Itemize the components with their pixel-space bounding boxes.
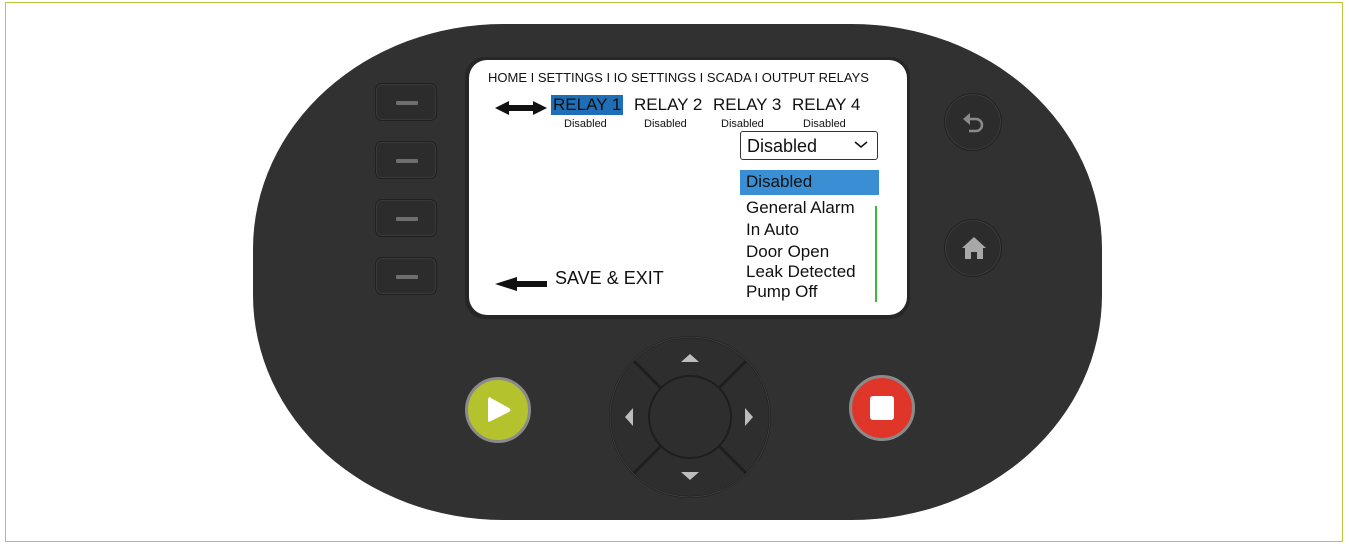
home-button[interactable] <box>944 219 1002 277</box>
option-pump-off[interactable]: Pump Off <box>746 282 818 302</box>
relay-1-status: Disabled <box>564 118 607 130</box>
soft-key-1-bar-icon <box>396 101 418 105</box>
option-disabled[interactable]: Disabled <box>746 172 812 192</box>
chevron-down-icon <box>854 141 868 148</box>
soft-key-4-bar-icon <box>396 275 418 279</box>
soft-key-3-bar-icon <box>396 217 418 221</box>
relay-tab-3[interactable]: RELAY 3 <box>713 95 781 115</box>
select-value: Disabled <box>747 136 818 156</box>
play-icon <box>488 397 511 422</box>
left-arrow-icon <box>495 277 547 291</box>
stop-button[interactable] <box>849 375 915 441</box>
soft-key-3[interactable] <box>375 199 437 237</box>
relay-2-status: Disabled <box>644 118 687 130</box>
arrow-right-icon <box>745 408 753 426</box>
option-leak-detected[interactable]: Leak Detected <box>746 262 856 282</box>
option-general-alarm[interactable]: General Alarm <box>746 198 855 218</box>
option-door-open[interactable]: Door Open <box>746 242 829 262</box>
arrow-up-icon <box>681 354 699 362</box>
dpad-left-button[interactable] <box>613 398 647 436</box>
relay-3-status: Disabled <box>721 118 764 130</box>
arrow-left-icon <box>625 408 633 426</box>
soft-key-4[interactable] <box>375 257 437 295</box>
relay-function-select[interactable]: Disabled <box>740 131 878 160</box>
relay-tab-2[interactable]: RELAY 2 <box>634 95 702 115</box>
start-button[interactable] <box>465 377 531 443</box>
dpad-down-button[interactable] <box>671 460 709 494</box>
dpad-right-button[interactable] <box>733 398 767 436</box>
undo-arrow-icon <box>963 113 984 133</box>
dpad-center-button[interactable] <box>648 375 732 459</box>
soft-key-2[interactable] <box>375 141 437 179</box>
soft-key-1[interactable] <box>375 83 437 121</box>
relay-4-status: Disabled <box>803 118 846 130</box>
relay-tab-4[interactable]: RELAY 4 <box>792 95 860 115</box>
home-icon <box>962 237 986 259</box>
dpad-up-button[interactable] <box>671 340 709 374</box>
breadcrumb: HOME I SETTINGS I IO SETTINGS I SCADA I … <box>488 70 869 85</box>
soft-key-2-bar-icon <box>396 159 418 163</box>
save-exit-label[interactable]: SAVE & EXIT <box>555 268 664 289</box>
arrow-down-icon <box>681 472 699 480</box>
back-button[interactable] <box>944 93 1002 151</box>
scroll-indicator <box>875 206 877 302</box>
relay-tab-1[interactable]: RELAY 1 <box>551 95 624 115</box>
option-in-auto[interactable]: In Auto <box>746 220 799 240</box>
left-right-arrow-icon <box>495 101 547 115</box>
stop-icon <box>870 396 894 420</box>
